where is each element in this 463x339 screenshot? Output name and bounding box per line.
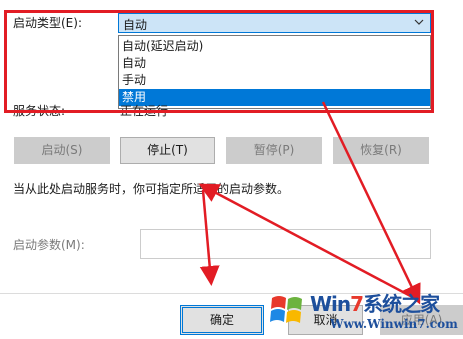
start-parameters-input[interactable]	[140, 229, 431, 259]
start-parameters-hint: 当从此处启动服务时，你可指定所适用的启动参数。	[13, 182, 290, 196]
watermark-url: Www.Winwin7.com	[330, 317, 458, 331]
pause-button[interactable]: 暂停(P)	[226, 137, 322, 164]
watermark-brand: Win7系统之家	[310, 292, 440, 316]
ok-button[interactable]: 确定	[180, 305, 264, 335]
service-status-label: 服务状态:	[13, 104, 66, 118]
windows-flag-icon	[270, 296, 302, 323]
chevron-down-icon	[414, 19, 424, 25]
startup-type-select[interactable]: 自动	[118, 13, 431, 33]
resume-button[interactable]: 恢复(R)	[333, 137, 429, 164]
startup-type-current-value: 自动	[123, 18, 148, 32]
dropdown-option-manual[interactable]: 手动	[119, 72, 430, 89]
dropdown-option-auto-delayed[interactable]: 自动(延迟启动)	[119, 38, 430, 55]
site-watermark: Win7系统之家 Www.Winwin7.com	[268, 286, 463, 339]
startup-type-dropdown-list: 自动(延迟启动) 自动 手动 禁用	[118, 35, 431, 109]
service-status-value: 正在运行	[120, 104, 169, 118]
stop-button[interactable]: 停止(T)	[120, 137, 215, 164]
dropdown-option-auto[interactable]: 自动	[119, 55, 430, 72]
start-button[interactable]: 启动(S)	[14, 137, 110, 164]
startup-type-label: 启动类型(E):	[13, 16, 82, 30]
start-parameters-label: 启动参数(M):	[13, 238, 85, 252]
